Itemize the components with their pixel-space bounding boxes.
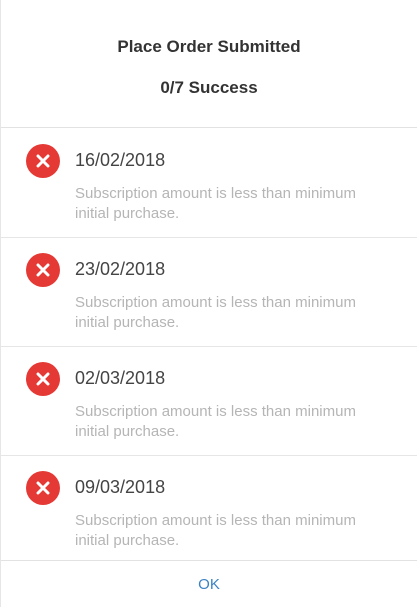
error-icon	[26, 253, 60, 287]
error-icon	[26, 144, 60, 178]
item-message: Subscription amount is less than minimum…	[75, 294, 356, 331]
success-count: 0/7 Success	[160, 78, 258, 97]
ok-button[interactable]: OK	[168, 568, 250, 601]
item-date: 23/02/2018	[75, 259, 166, 279]
item-message: Subscription amount is less than minimum…	[75, 185, 356, 222]
list-item: 02/03/2018 Subscription amount is less t…	[1, 347, 417, 456]
item-message: Subscription amount is less than minimum…	[75, 512, 356, 549]
list-item: 23/02/2018 Subscription amount is less t…	[1, 238, 417, 347]
item-message: Subscription amount is less than minimum…	[75, 403, 356, 440]
order-result-dialog: Place Order Submitted 0/7 Success 16/02/…	[0, 0, 417, 607]
error-icon	[26, 471, 60, 505]
dialog-footer: OK	[1, 560, 417, 607]
list-item: 16/02/2018 Subscription amount is less t…	[1, 129, 417, 238]
error-icon	[26, 362, 60, 396]
dialog-title: Place Order Submitted	[117, 37, 301, 56]
item-date: 16/02/2018	[75, 150, 166, 170]
list-item: 09/03/2018 Subscription amount is less t…	[1, 456, 417, 565]
item-date: 02/03/2018	[75, 368, 166, 388]
item-date: 09/03/2018	[75, 477, 166, 497]
dialog-header: Place Order Submitted 0/7 Success	[1, 0, 417, 128]
result-list[interactable]: 16/02/2018 Subscription amount is less t…	[1, 129, 417, 565]
